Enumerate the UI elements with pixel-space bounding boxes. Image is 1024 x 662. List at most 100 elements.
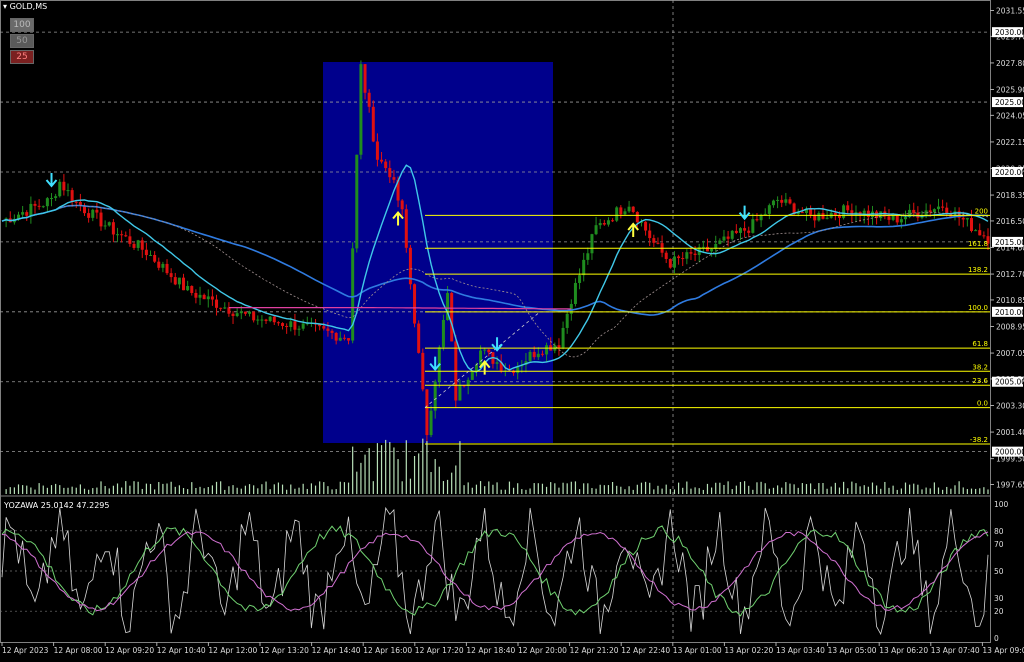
candle-body: [186, 286, 190, 291]
candle-body: [413, 284, 417, 324]
candle-body: [58, 181, 62, 197]
candle-body: [99, 212, 103, 227]
time-tick-label: 13 Apr 09:00: [982, 646, 1024, 655]
candle: [743, 221, 747, 238]
candle: [309, 317, 313, 327]
timeframe-button-25[interactable]: 25: [10, 50, 34, 64]
timeframe-button-50[interactable]: 50: [10, 34, 34, 48]
candle-body: [206, 296, 210, 300]
candle-body: [322, 326, 326, 329]
candle-body: [248, 311, 252, 314]
candle-body: [62, 181, 66, 191]
candle: [421, 348, 425, 392]
candle: [41, 205, 45, 209]
candle-body: [231, 313, 235, 317]
candle-body: [978, 230, 982, 236]
candle-body: [982, 235, 986, 237]
candle-body: [342, 337, 346, 339]
candle: [767, 203, 771, 220]
candle: [235, 308, 239, 318]
candle-body: [363, 64, 367, 93]
candle: [74, 200, 78, 208]
candle: [821, 204, 825, 220]
candle-body: [157, 261, 161, 268]
candle-body: [91, 209, 95, 218]
candle: [25, 210, 29, 222]
candle: [751, 213, 755, 234]
candle-body: [215, 299, 219, 308]
timeframe-button-100[interactable]: 100: [10, 18, 34, 32]
candle: [359, 60, 363, 160]
fib-level-label: 138.2: [968, 266, 988, 274]
candle: [606, 217, 610, 227]
candle-body: [850, 210, 854, 216]
time-tick-label: 12 Apr 16:00: [363, 646, 412, 655]
candle: [879, 211, 883, 221]
candle: [648, 223, 652, 247]
candle: [784, 192, 788, 206]
indicator-tick-label: 50: [994, 567, 1004, 576]
candle: [846, 201, 850, 214]
sell-arrow-icon: [45, 172, 58, 188]
fib-level-label: 0.0: [977, 400, 988, 408]
price-axis: 2031.552029.702027.802025.902024.052022.…: [990, 6, 1024, 490]
candle: [78, 193, 82, 212]
price-tick-label: 2003.30: [996, 402, 1024, 411]
candle-body: [483, 349, 487, 351]
candle: [231, 311, 235, 324]
candle: [413, 283, 417, 328]
candle-body: [891, 215, 895, 220]
candle: [615, 206, 619, 223]
time-tick-label: 13 Apr 03:40: [776, 646, 825, 655]
price-level-label: 2015.00: [995, 238, 1024, 247]
candle: [29, 196, 33, 224]
candle-body: [606, 220, 610, 225]
candle: [351, 242, 355, 344]
candle-body: [198, 294, 202, 298]
candle: [932, 208, 936, 219]
candle-body: [355, 154, 359, 249]
time-tick-label: 13 Apr 01:00: [673, 646, 722, 655]
candle-body: [190, 286, 194, 293]
candle: [611, 218, 615, 223]
candle: [644, 221, 648, 236]
candle-body: [635, 211, 639, 223]
candle: [136, 239, 140, 251]
candle-body: [264, 319, 268, 321]
candle-body: [219, 307, 223, 309]
candle-body: [961, 217, 965, 220]
candle-body: [33, 203, 37, 206]
candle: [697, 243, 701, 263]
chart-window[interactable]: 200 161.8 138.2 100.0 61.8 38.2 23.6 0.0 -38.2 20…: [0, 0, 1024, 658]
candle: [677, 254, 681, 265]
candle: [594, 216, 598, 236]
candle-body: [689, 252, 693, 254]
candle-body: [776, 199, 780, 201]
candle: [215, 294, 219, 316]
candle-body: [66, 190, 70, 192]
time-tick-label: 12 Apr 12:00: [208, 646, 257, 655]
candle-body: [705, 246, 709, 252]
candle-body: [602, 223, 606, 225]
chart-canvas[interactable]: 200161.8138.2100.061.838.223.60.0-38.220…: [0, 0, 1024, 658]
dropdown-triangle-icon[interactable]: ▾: [3, 2, 7, 11]
candle: [128, 228, 132, 247]
candle: [194, 289, 198, 304]
candle: [301, 319, 305, 331]
candle: [664, 250, 668, 264]
candle-body: [495, 362, 499, 364]
candle: [627, 200, 631, 213]
candle: [99, 208, 103, 231]
candle: [833, 208, 837, 221]
candle-body: [149, 255, 153, 257]
candle-body: [116, 234, 120, 236]
candle-body: [611, 220, 615, 222]
indicator-label: YOZAWA 25.0142 47.2295: [4, 501, 110, 510]
candle: [771, 199, 775, 208]
candle: [95, 202, 99, 219]
candle-body: [780, 199, 784, 203]
price-tick-label: 2007.05: [996, 349, 1024, 358]
candle: [813, 209, 817, 228]
candle: [598, 219, 602, 229]
candle-body: [441, 319, 445, 348]
